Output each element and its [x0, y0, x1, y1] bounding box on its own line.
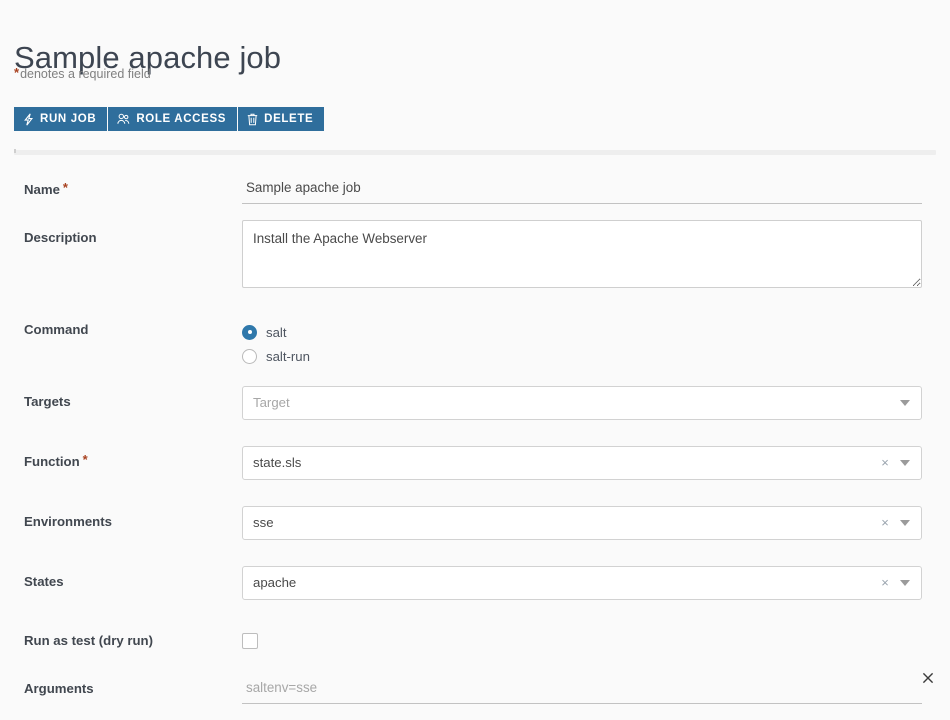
environments-label: Environments	[24, 514, 112, 529]
name-input[interactable]	[242, 176, 922, 204]
form-row-description: Description Install the Apache Webserver	[0, 206, 950, 302]
run-job-button[interactable]: RUN JOB	[14, 107, 108, 131]
form-row-command: Command salt salt-run	[0, 302, 950, 374]
command-label: Command	[24, 322, 89, 337]
command-radio-salt-run[interactable]: salt-run	[242, 344, 950, 368]
chevron-down-icon[interactable]	[900, 400, 910, 406]
description-textarea[interactable]: Install the Apache Webserver	[242, 220, 922, 288]
lightning-bolt-icon	[23, 112, 34, 126]
function-select-value: state.sls	[253, 455, 302, 470]
dry-run-checkbox[interactable]	[242, 633, 258, 649]
states-select[interactable]: apache ×	[242, 566, 922, 600]
radio-unselected-icon[interactable]	[242, 348, 257, 364]
arguments-label: Arguments	[24, 681, 94, 696]
action-toolbar: RUN JOB ROLE ACCESS DELETE	[14, 107, 325, 131]
chevron-down-icon[interactable]	[900, 460, 910, 466]
command-radio-group: salt salt-run	[242, 318, 950, 368]
role-access-button-label: ROLE ACCESS	[136, 113, 227, 125]
required-asterisk-icon: *	[14, 65, 20, 80]
required-asterisk-icon: *	[62, 180, 68, 195]
role-access-button[interactable]: ROLE ACCESS	[108, 107, 238, 131]
function-label: Function *	[24, 452, 88, 469]
targets-select[interactable]: Target	[242, 386, 922, 420]
close-icon[interactable]	[920, 670, 936, 686]
form-row-environments: Environments sse ×	[0, 494, 950, 554]
form-row-dry-run: Run as test (dry run)	[0, 614, 950, 662]
environments-select[interactable]: sse ×	[242, 506, 922, 540]
environments-select-value: sse	[253, 515, 274, 530]
radio-selected-icon[interactable]	[242, 324, 257, 340]
job-form: Name* Description Install the Apache Web…	[0, 158, 950, 710]
arguments-input[interactable]	[242, 676, 922, 704]
clear-icon[interactable]: ×	[877, 456, 893, 470]
form-row-targets: Targets Target	[0, 374, 950, 434]
chevron-down-icon[interactable]	[900, 580, 910, 586]
function-select[interactable]: state.sls ×	[242, 446, 922, 480]
form-row-arguments: Arguments	[0, 662, 950, 710]
chevron-down-icon[interactable]	[900, 520, 910, 526]
job-detail-page: Sample apache job *denotes a required fi…	[0, 0, 950, 720]
trash-icon	[247, 113, 258, 126]
delete-button[interactable]: DELETE	[238, 107, 325, 131]
targets-label: Targets	[24, 394, 71, 409]
required-asterisk-icon: *	[82, 452, 88, 467]
required-note-text: denotes a required field	[20, 67, 151, 81]
user-group-icon	[117, 113, 130, 125]
name-label: Name *	[24, 180, 68, 197]
clear-icon[interactable]: ×	[877, 576, 893, 590]
form-row-states: States apache ×	[0, 554, 950, 614]
form-row-function: Function * state.sls ×	[0, 434, 950, 494]
clear-icon[interactable]: ×	[877, 516, 893, 530]
states-select-value: apache	[253, 575, 297, 590]
dry-run-label: Run as test (dry run)	[24, 633, 153, 648]
form-row-name: Name *	[0, 158, 950, 206]
targets-select-value: Target	[253, 395, 290, 410]
description-label: Description	[24, 230, 97, 245]
run-job-button-label: RUN JOB	[40, 113, 97, 125]
divider-handle	[14, 149, 16, 153]
section-divider	[14, 150, 936, 155]
delete-button-label: DELETE	[264, 113, 314, 125]
states-label: States	[24, 574, 64, 589]
command-radio-salt[interactable]: salt	[242, 320, 950, 344]
required-field-note: *denotes a required field	[14, 66, 151, 82]
